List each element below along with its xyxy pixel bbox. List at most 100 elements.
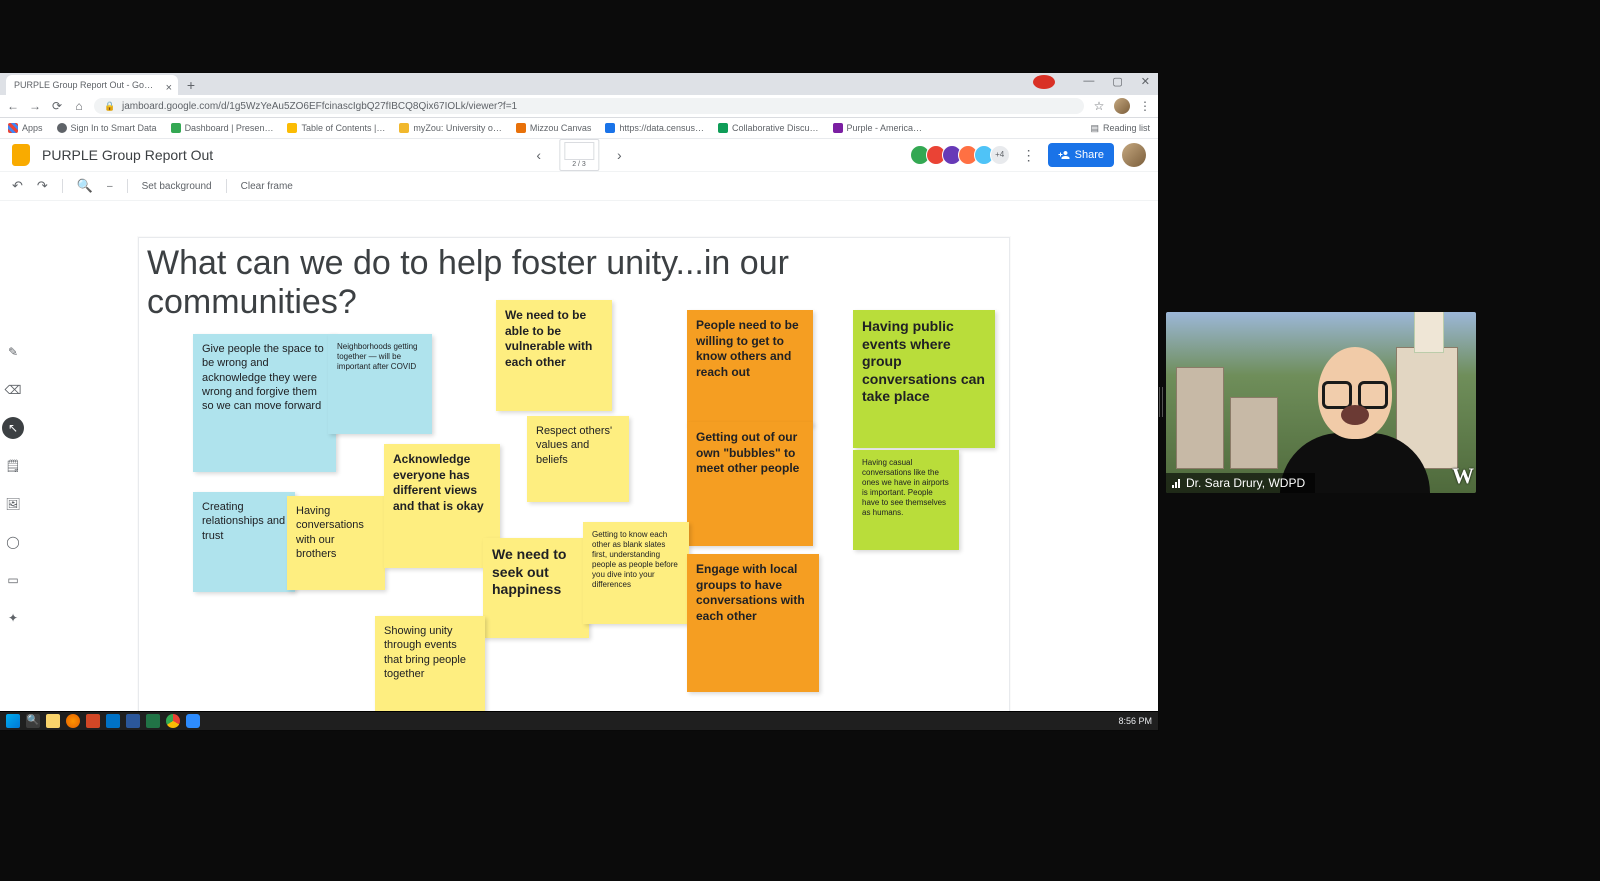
header-right-controls: +4 ⋮ Share — [914, 143, 1146, 167]
sticky-note[interactable]: People need to be willing to get to know… — [687, 310, 813, 426]
jamboard-frame[interactable]: What can we do to help foster unity...in… — [138, 237, 1010, 727]
sticky-note[interactable]: Having public events where group convers… — [853, 310, 995, 448]
profile-avatar-icon[interactable] — [1114, 98, 1130, 114]
address-bar[interactable]: 🔒 jamboard.google.com/d/1g5WzYeAu5ZO6EFf… — [94, 98, 1084, 114]
sticky-note[interactable]: Getting out of our own "bubbles" to meet… — [687, 422, 813, 546]
nav-forward-icon[interactable]: → — [28, 99, 42, 113]
bookmark-item[interactable]: Dashboard | Presen… — [171, 123, 274, 133]
panel-resize-handle[interactable] — [1158, 73, 1164, 730]
speaker-name: Dr. Sara Drury, WDPD — [1186, 476, 1305, 490]
window-maximize-button[interactable]: ▢ — [1108, 75, 1126, 89]
powerpoint-icon[interactable] — [86, 714, 100, 728]
more-options-button[interactable]: ⋮ — [1018, 147, 1040, 164]
bookmark-icon — [287, 123, 297, 133]
next-frame-button[interactable]: › — [613, 145, 626, 165]
document-title[interactable]: PURPLE Group Report Out — [42, 147, 902, 163]
sticky-note[interactable]: Having casual conversations like the one… — [853, 450, 959, 550]
pen-tool-button[interactable]: ✎ — [2, 341, 24, 363]
bookmark-item[interactable]: Sign In to Smart Data — [57, 123, 157, 133]
sticky-note[interactable]: Creating relationships and trust — [193, 492, 295, 592]
bookmark-item[interactable]: https://data.census… — [605, 123, 704, 133]
window-close-button[interactable]: ✕ — [1137, 75, 1154, 89]
sticky-note[interactable]: Neighborhoods getting together — will be… — [328, 334, 432, 434]
collaborator-avatars[interactable]: +4 — [914, 145, 1010, 165]
bookmark-item[interactable]: Purple - America… — [833, 123, 923, 133]
jamboard-header: PURPLE Group Report Out ‹ 2 / 3 › +4 ⋮ S… — [0, 139, 1158, 172]
bookmark-icon — [516, 123, 526, 133]
bookmark-label: Purple - America… — [847, 123, 923, 133]
set-background-button[interactable]: Set background — [142, 181, 212, 192]
sticky-note[interactable]: Engage with local groups to have convers… — [687, 554, 819, 692]
zoom-icon[interactable]: 🔍 — [77, 178, 93, 194]
sticky-note[interactable]: Having conversations with our brothers — [287, 496, 385, 590]
divider — [226, 179, 227, 193]
new-tab-button[interactable]: + — [182, 77, 200, 95]
bookmark-label: Sign In to Smart Data — [71, 123, 157, 133]
jamboard-logo-icon[interactable] — [12, 144, 30, 166]
apps-shortcut[interactable]: Apps — [8, 123, 43, 133]
window-minimize-button[interactable]: — — [1079, 75, 1098, 89]
bookmark-label: Dashboard | Presen… — [185, 123, 274, 133]
bookmark-item[interactable]: Mizzou Canvas — [516, 123, 592, 133]
bookmark-star-icon[interactable]: ☆ — [1092, 99, 1106, 113]
bookmark-item[interactable]: myZou: University o… — [399, 123, 502, 133]
text-box-tool-button[interactable]: ▭ — [2, 569, 24, 591]
redo-button[interactable]: ↷ — [37, 178, 48, 194]
firefox-icon[interactable] — [66, 714, 80, 728]
address-bar-row: ← → ⟳ ⌂ 🔒 jamboard.google.com/d/1g5WzYeA… — [0, 95, 1158, 118]
divider — [62, 179, 63, 193]
browser-tab-active[interactable]: PURPLE Group Report Out - Goo… × — [6, 75, 178, 95]
excel-icon[interactable] — [146, 714, 160, 728]
notification-indicator-icon[interactable] — [1033, 75, 1055, 89]
zoom-indicator[interactable]: – — [107, 181, 113, 192]
chrome-icon[interactable] — [166, 714, 180, 728]
close-tab-icon[interactable]: × — [166, 78, 172, 95]
sticky-note-tool-button[interactable]: 🗒 — [2, 455, 24, 477]
bookmark-icon — [718, 123, 728, 133]
bookmark-label: myZou: University o… — [413, 123, 502, 133]
sticky-note[interactable]: Getting to know each other as blank slat… — [583, 522, 689, 624]
browser-menu-icon[interactable]: ⋮ — [1138, 99, 1152, 113]
reading-list-label: Reading list — [1103, 123, 1150, 133]
undo-button[interactable]: ↶ — [12, 178, 23, 194]
start-button[interactable] — [6, 714, 20, 728]
select-tool-button[interactable]: ↖ — [2, 417, 24, 439]
bookmark-label: Table of Contents |… — [301, 123, 385, 133]
eraser-tool-button[interactable]: ⌫ — [2, 379, 24, 401]
divider — [127, 179, 128, 193]
image-tool-button[interactable]: 🖼 — [2, 493, 24, 515]
prev-frame-button[interactable]: ‹ — [532, 145, 545, 165]
reading-list-button[interactable]: ▤ Reading list — [1090, 123, 1150, 134]
nav-home-icon[interactable]: ⌂ — [72, 99, 86, 113]
account-avatar[interactable] — [1122, 143, 1146, 167]
share-button[interactable]: Share — [1048, 143, 1114, 167]
institution-logo: W — [1452, 463, 1472, 489]
nav-reload-icon[interactable]: ⟳ — [50, 99, 64, 113]
sticky-note[interactable]: Respect others' values and beliefs — [527, 416, 629, 502]
bookmark-item[interactable]: Table of Contents |… — [287, 123, 385, 133]
reading-list-icon: ▤ — [1090, 123, 1099, 134]
laser-tool-button[interactable]: ✦ — [2, 607, 24, 629]
background-building-icon — [1230, 397, 1278, 469]
tool-palette: ✎ ⌫ ↖ 🗒 🖼 ◯ ▭ ✦ — [0, 341, 26, 629]
sticky-note[interactable]: We need to seek out happiness — [483, 538, 589, 638]
video-conference-panel[interactable]: Dr. Sara Drury, WDPD W — [1166, 312, 1476, 493]
bookmark-item[interactable]: Collaborative Discu… — [718, 123, 819, 133]
more-avatars-badge[interactable]: +4 — [990, 145, 1010, 165]
zoom-icon[interactable] — [186, 714, 200, 728]
sticky-note[interactable]: We need to be able to be vulnerable with… — [496, 300, 612, 411]
frame-selector[interactable]: 2 / 3 — [559, 139, 599, 171]
outlook-icon[interactable] — [106, 714, 120, 728]
taskbar-clock[interactable]: 8:56 PM — [1118, 716, 1152, 726]
shape-tool-button[interactable]: ◯ — [2, 531, 24, 553]
file-explorer-icon[interactable] — [46, 714, 60, 728]
sticky-note[interactable]: Showing unity through events that bring … — [375, 616, 485, 716]
sticky-note[interactable]: Give people the space to be wrong and ac… — [193, 334, 336, 472]
nav-back-icon[interactable]: ← — [6, 99, 20, 113]
clear-frame-button[interactable]: Clear frame — [241, 181, 293, 192]
frame-navigator: ‹ 2 / 3 › — [532, 139, 625, 171]
jamboard-workspace[interactable]: ✎ ⌫ ↖ 🗒 🖼 ◯ ▭ ✦ What can we do to help f… — [0, 201, 1158, 730]
search-icon[interactable]: 🔍 — [26, 714, 40, 728]
tab-strip: PURPLE Group Report Out - Goo… × + — ▢ ✕ — [0, 73, 1158, 95]
word-icon[interactable] — [126, 714, 140, 728]
